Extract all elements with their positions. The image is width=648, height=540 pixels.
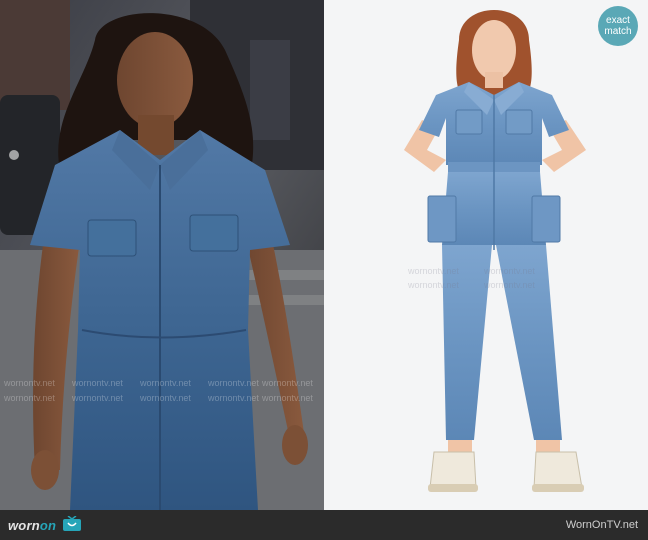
watermark-text: wornontv.net (208, 393, 259, 403)
watermark-text: wornontv.net (408, 280, 459, 290)
tv-icon (63, 516, 81, 531)
watermark-text: wornontv.net (4, 393, 55, 403)
watermark-text: wornontv.net (140, 393, 191, 403)
watermark-text: wornontv.net (72, 378, 123, 388)
site-logo-text: wornon (8, 518, 56, 533)
logo-word-worn: worn (8, 518, 40, 533)
exact-match-badge: exact match (598, 6, 638, 46)
badge-line1: exact (606, 15, 630, 26)
tv-still-illustration (0, 0, 324, 510)
watermark-text: wornontv.net (484, 266, 535, 276)
tv-still-photo: wornontv.net wornontv.net wornontv.net w… (0, 0, 324, 510)
watermark-text: wornontv.net (408, 266, 459, 276)
logo-word-on: on (39, 518, 57, 533)
watermark-text: wornontv.net (484, 280, 535, 290)
product-illustration (324, 0, 648, 510)
watermark-text: wornontv.net (4, 378, 55, 388)
footer-bar: wornon WornOnTV.net (0, 510, 648, 540)
site-logo[interactable]: wornon (6, 514, 86, 536)
product-photo: wornontv.net wornontv.net wornontv.net w… (324, 0, 648, 510)
watermark-text: wornontv.net (262, 393, 313, 403)
site-url[interactable]: WornOnTV.net (566, 519, 638, 531)
watermark-text: wornontv.net (140, 378, 191, 388)
watermark-text: wornontv.net (208, 378, 259, 388)
watermark-text: wornontv.net (72, 393, 123, 403)
badge-line2: match (604, 26, 632, 37)
outfit-comparison: wornontv.net wornontv.net wornontv.net w… (0, 0, 648, 540)
watermark-text: wornontv.net (262, 378, 313, 388)
